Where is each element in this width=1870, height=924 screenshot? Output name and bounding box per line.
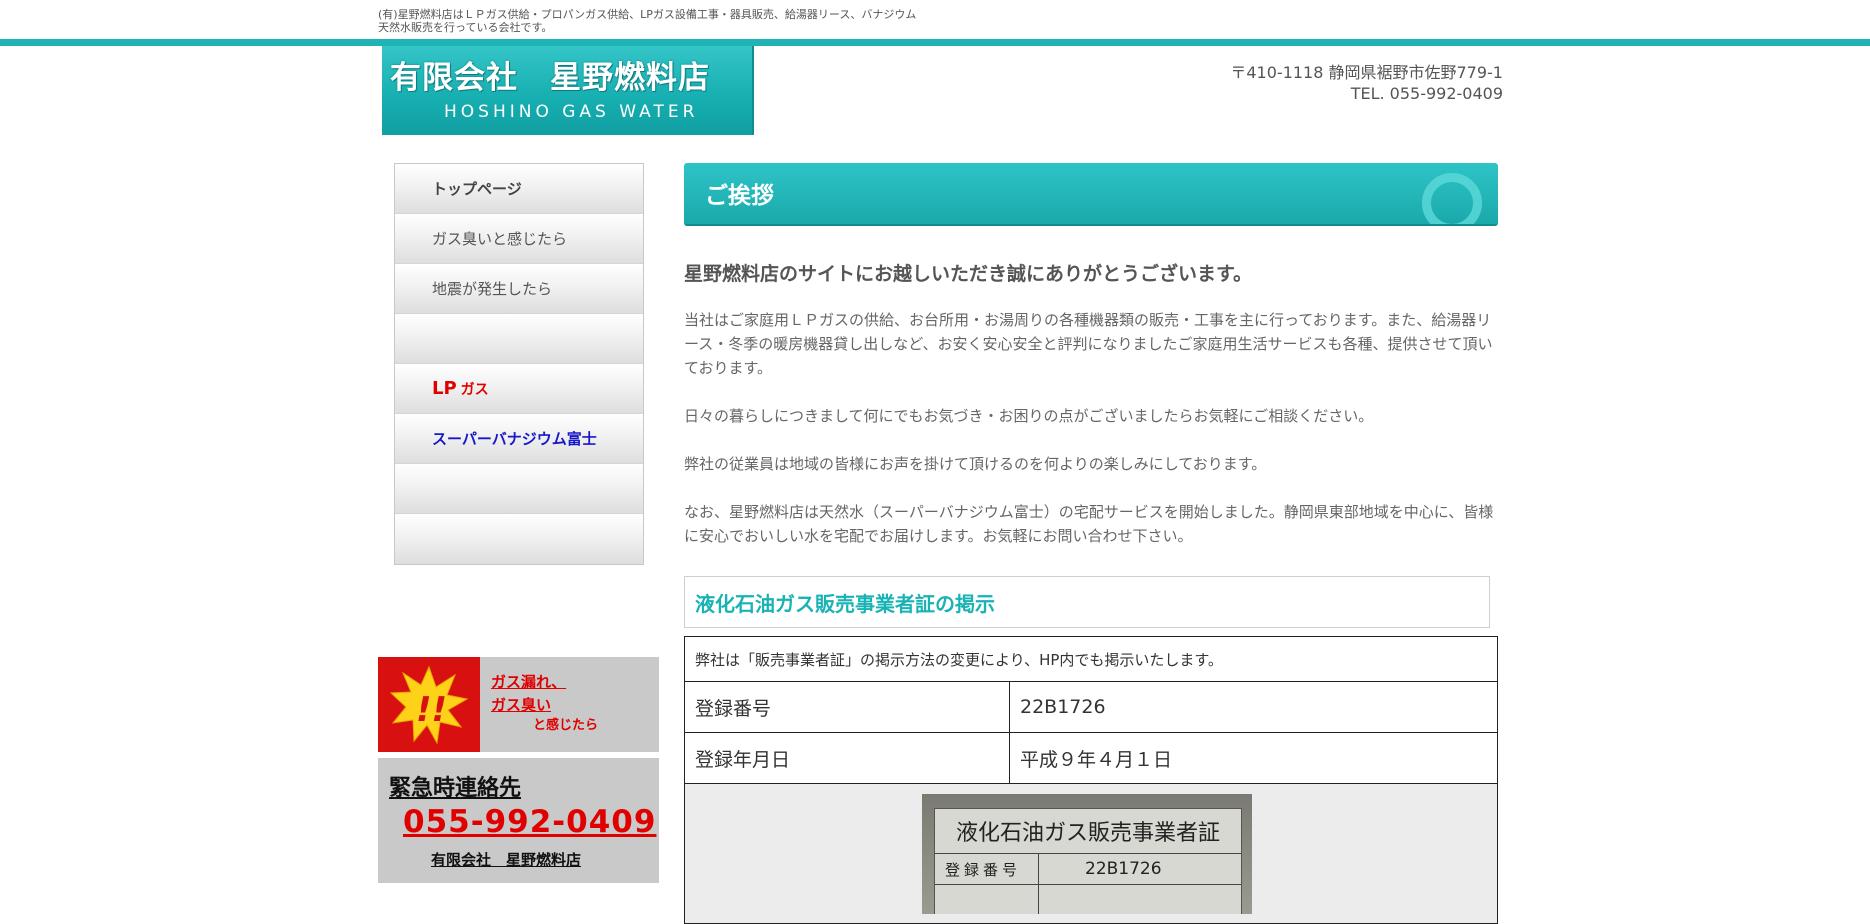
gas-leak-line3: と感じたら (533, 718, 599, 733)
sidebar-item-label: スーパーバナジウム富士 (432, 430, 597, 448)
table-row: 液化石油ガス販売事業者証 登録番号 22B1726 (684, 783, 1498, 924)
page-title: ご挨拶 (705, 183, 774, 209)
license-photo-cell: 液化石油ガス販売事業者証 登録番号 22B1726 (684, 783, 1498, 924)
sidebar-item-suffix: ガス (460, 381, 489, 398)
site-logo[interactable]: 有限会社 星野燃料店 HOSHINO GAS WATER (382, 46, 754, 135)
sidebar-item-label: ガス臭いと感じたら (432, 230, 568, 248)
table-row: 登録番号 22B1726 (684, 681, 1498, 733)
license-table: 弊社は「販売事業者証」の掲示方法の変更により、HP内でも掲示いたします。 登録番… (684, 636, 1498, 924)
emergency-title: 緊急時連絡先 (389, 776, 522, 801)
sidebar-item-label: LP (432, 378, 457, 399)
sidebar-item-empty[interactable] (395, 514, 643, 564)
sidebar-item-top-page[interactable]: トップページ (395, 164, 643, 214)
license-plate-photo: 液化石油ガス販売事業者証 登録番号 22B1726 (922, 794, 1252, 914)
registration-date-value: 平成９年４月１日 (1009, 732, 1498, 784)
greeting-paragraph: 弊社の従業員は地域の皆様にお声を掛けて頂けるのを何よりの楽しみにしております。 (684, 455, 1267, 473)
sidebar-item-lp-gas[interactable]: LP ガス (395, 364, 643, 414)
table-row: 弊社は「販売事業者証」の掲示方法の変更により、HP内でも掲示いたします。 (684, 636, 1498, 682)
ring-decoration-icon (1422, 173, 1482, 224)
sidebar-item-label: トップページ (432, 180, 522, 198)
gas-leak-line2: ガス臭い (491, 696, 552, 714)
emergency-phone-link[interactable]: 055-992-0409 (403, 804, 656, 840)
registration-date-label: 登録年月日 (684, 732, 1010, 784)
greeting-lead: 星野燃料店のサイトにお越しいただき誠にありがとうございます。 (684, 263, 1253, 285)
greeting-heading-bar: ご挨拶 (684, 163, 1498, 226)
sidebar-item-earthquake[interactable]: 地震が発生したら (395, 264, 643, 314)
sidebar-item-empty[interactable] (395, 314, 643, 364)
emergency-contact-box: 緊急時連絡先 055-992-0409 有限会社 星野燃料店 (378, 758, 659, 883)
emergency-company: 有限会社 星野燃料店 (431, 851, 582, 869)
greeting-body: 当社はご家庭用ＬＰガスの供給、お台所用・お湯周りの各種機器類の販売・工事を主に行… (684, 308, 1498, 572)
plate-row-value: 22B1726 (1085, 859, 1162, 879)
sidebar-item-label: 地震が発生したら (432, 280, 553, 298)
gas-leak-banner[interactable]: !! ガス漏れ、 ガス臭い と感じたら (378, 657, 659, 752)
table-row: 登録年月日 平成９年４月１日 (684, 732, 1498, 784)
sidebar-nav: トップページ ガス臭いと感じたら 地震が発生したら LP ガス スーパーバナジウム… (394, 163, 644, 565)
greeting-paragraph: 日々の暮らしにつきまして何にでもお気づき・お困りの点がございましたらお気軽にご相… (684, 407, 1374, 425)
registration-number-value: 22B1726 (1009, 681, 1498, 733)
sidebar-item-gas-smell[interactable]: ガス臭いと感じたら (395, 214, 643, 264)
logo-english-name: HOSHINO GAS WATER (444, 102, 699, 122)
plate-title: 液化石油ガス販売事業者証 (955, 821, 1220, 846)
exclamation-burst-icon: !! (378, 657, 480, 752)
registration-number-label: 登録番号 (684, 681, 1010, 733)
main-content: ご挨拶 星野燃料店のサイトにお越しいただき誠にありがとうございます。 当社はご家… (684, 163, 1498, 924)
plate-row-label: 登録番号 (945, 861, 1022, 879)
greeting-paragraph: なお、星野燃料店は天然水（スーパーバナジウム富士）の宅配サービスを開始しました。… (684, 503, 1494, 545)
header-accent-bar (0, 39, 1870, 46)
svg-text:!!: !! (416, 690, 447, 730)
company-tel: TEL. 055-992-0409 (1350, 84, 1503, 103)
gas-leak-line1: ガス漏れ、 (491, 673, 567, 691)
sidebar-item-empty[interactable] (395, 464, 643, 514)
license-section-heading: 液化石油ガス販売事業者証の掲示 (684, 576, 1490, 628)
license-section-title: 液化石油ガス販売事業者証の掲示 (695, 592, 995, 616)
company-contact: 〒410-1118 静岡県裾野市佐野779-1 TEL. 055-992-040… (1230, 62, 1503, 104)
gas-leak-text: ガス漏れ、 ガス臭い と感じたら (491, 671, 598, 735)
company-address: 〒410-1118 静岡県裾野市佐野779-1 (1230, 63, 1503, 82)
sidebar-item-vanadium-water[interactable]: スーパーバナジウム富士 (395, 414, 643, 464)
logo-japanese-name: 有限会社 星野燃料店 (390, 60, 710, 96)
license-note: 弊社は「販売事業者証」の掲示方法の変更により、HP内でも掲示いたします。 (684, 636, 1498, 682)
plate-divider (1038, 853, 1039, 914)
plate-row: 登録番号 22B1726 (935, 853, 1241, 885)
license-plate: 液化石油ガス販売事業者証 登録番号 22B1726 (934, 808, 1242, 914)
greeting-paragraph: 当社はご家庭用ＬＰガスの供給、お台所用・お湯周りの各種機器類の販売・工事を主に行… (684, 311, 1493, 377)
site-tagline: (有)星野燃料店はＬＰガス供給・プロパンガス供給、LPガス設備工事・器具販売、給… (378, 8, 917, 34)
